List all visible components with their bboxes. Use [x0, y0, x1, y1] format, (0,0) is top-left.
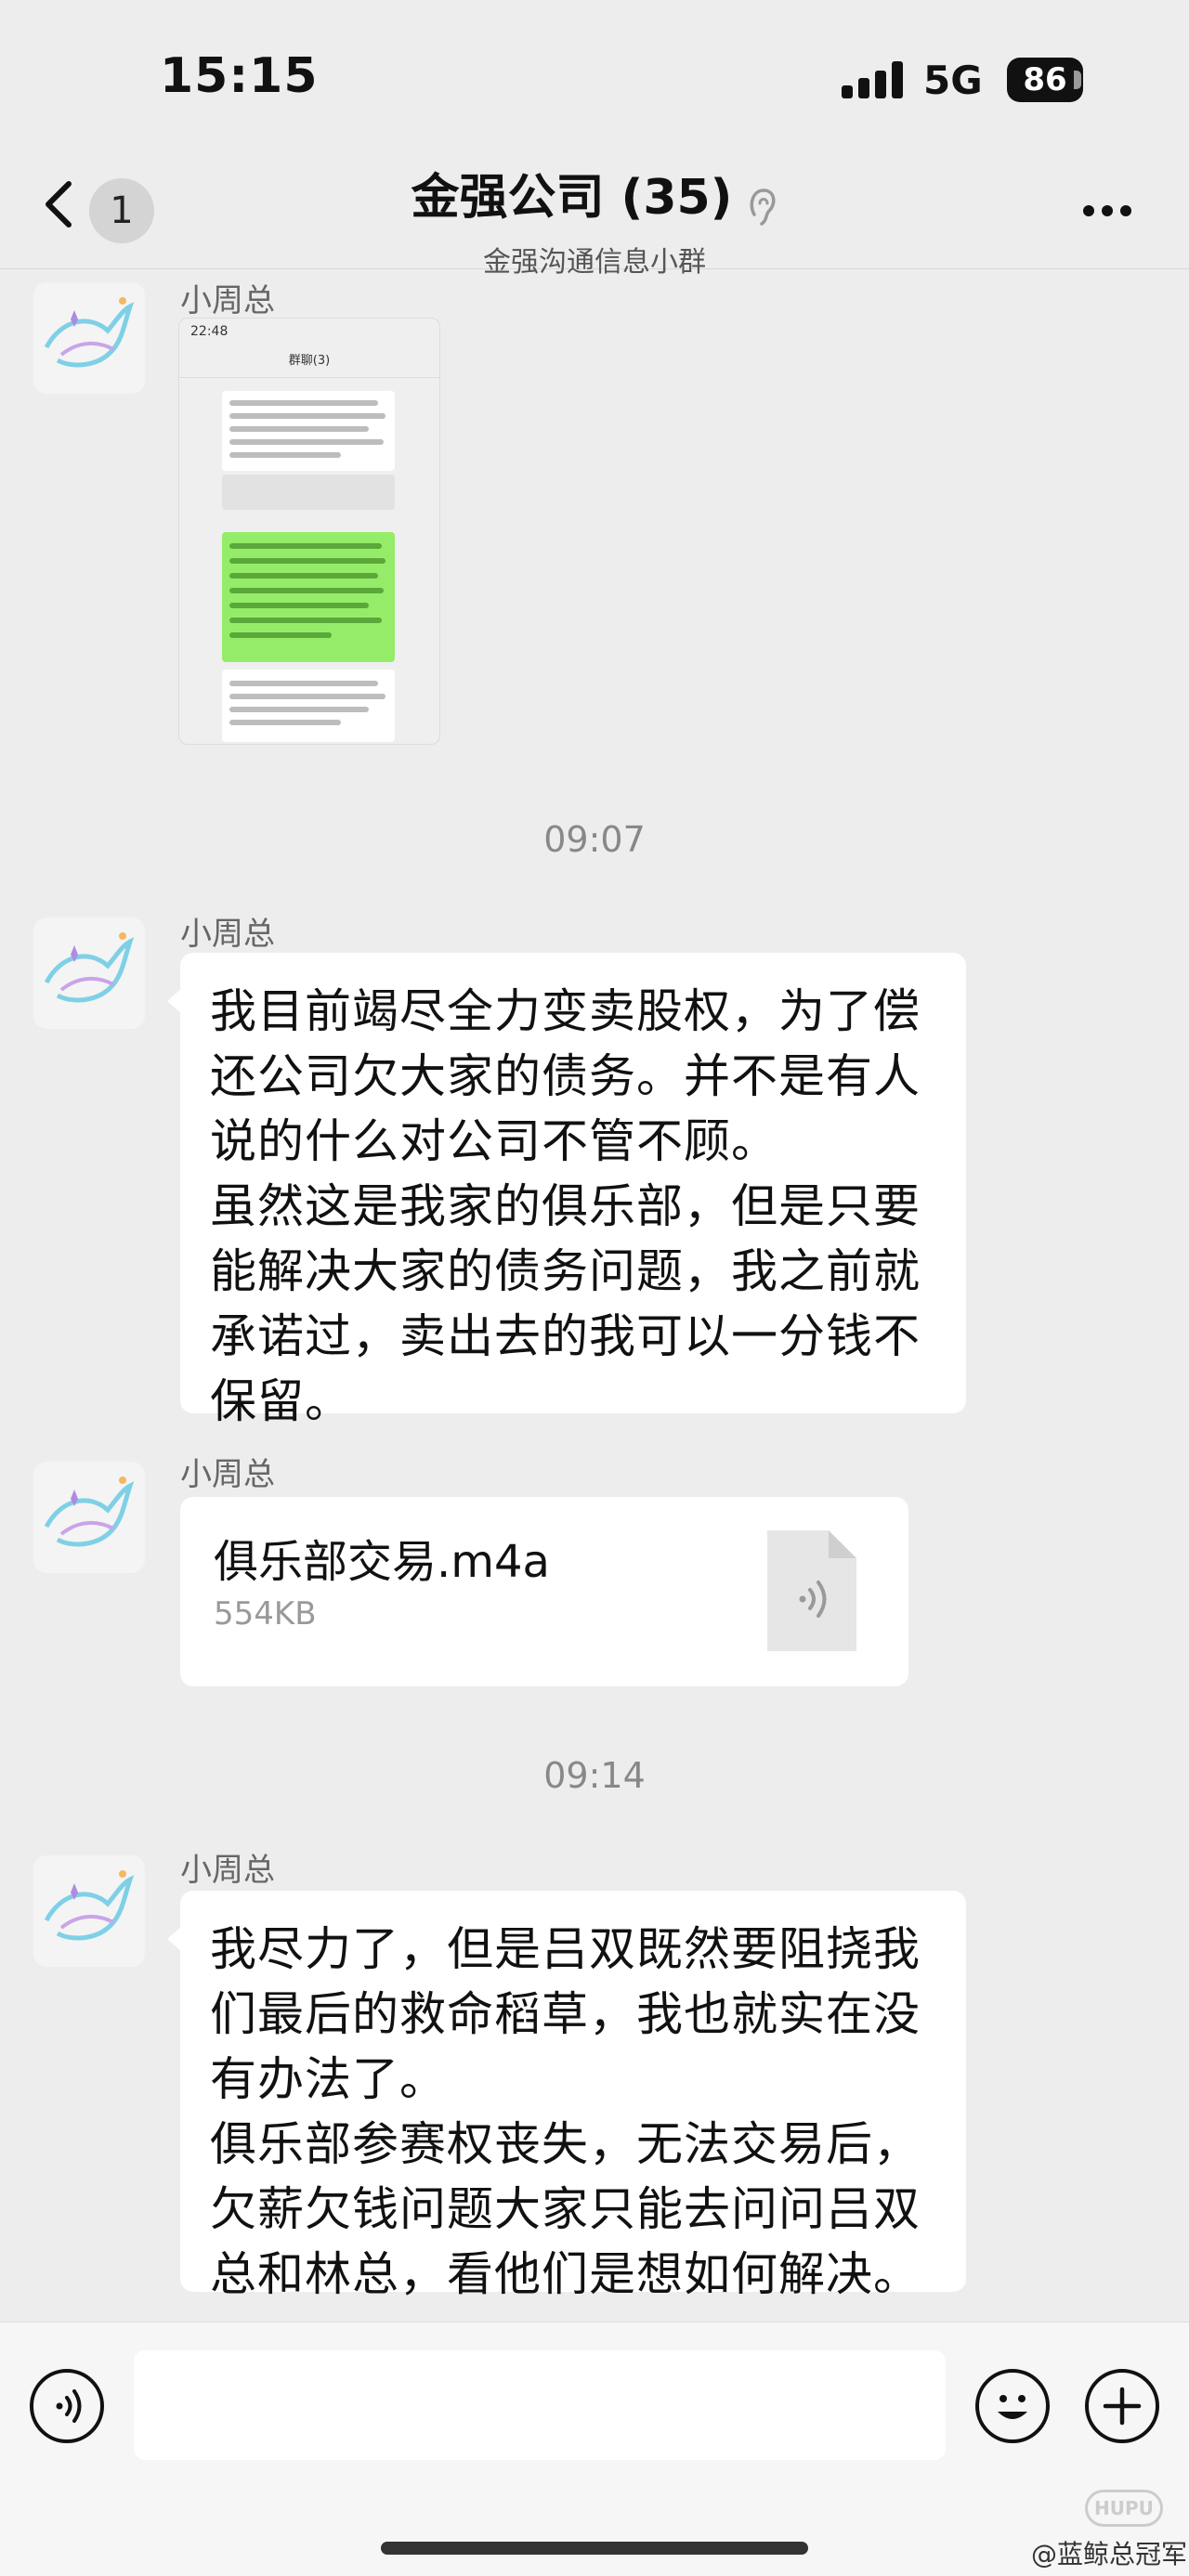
avatar-whale-icon	[44, 932, 135, 1003]
timestamp: 09:14	[543, 1755, 646, 1796]
battery-icon: 86	[1007, 58, 1083, 102]
sender-name: 小周总	[180, 916, 275, 953]
avatar-whale-icon	[44, 1477, 135, 1547]
chat-title: 金强公司 (35)	[411, 170, 733, 226]
timestamp: 09:07	[543, 819, 646, 860]
file-size: 554KB	[214, 1595, 317, 1633]
chat-header: 1 金强公司 (35) 金强沟通信息小群	[0, 139, 1189, 279]
plus-icon[interactable]	[1085, 2369, 1159, 2443]
unread-count-badge[interactable]: 1	[89, 178, 154, 243]
avatar[interactable]	[33, 917, 145, 1029]
watermark-text: @蓝鲸总冠军	[1031, 2539, 1188, 2569]
audio-file-icon	[767, 1530, 856, 1651]
message-input[interactable]	[134, 2350, 946, 2460]
back-chevron-icon[interactable]	[37, 176, 84, 232]
avatar[interactable]	[33, 1855, 145, 1967]
sender-name: 小周总	[180, 282, 275, 319]
message-bubble[interactable]: 我目前竭尽全力变卖股权，为了偿 还公司欠大家的债务。并不是有人 说的什么对公司不…	[167, 953, 966, 1428]
thumb-chat-title: 群聊(3)	[179, 345, 439, 378]
avatar-whale-icon	[44, 297, 135, 368]
avatar[interactable]	[33, 282, 145, 394]
emoji-icon[interactable]	[975, 2369, 1050, 2443]
signal-icon	[842, 61, 907, 98]
thumb-status-time: 22:48	[190, 324, 229, 339]
ear-icon	[747, 187, 778, 233]
file-message[interactable]: 俱乐部交易.m4a 554KB	[180, 1497, 908, 1686]
battery-tip	[1074, 71, 1081, 89]
file-name: 俱乐部交易.m4a	[214, 1536, 550, 1588]
message-bubble[interactable]: 我尽力了，但是吕双既然要阻挠我 们最后的救命稻草，我也就实在没 有办法了。 俱乐…	[167, 1891, 966, 2301]
status-bar: 15:15 5G 86	[0, 0, 1189, 139]
more-icon[interactable]	[1081, 201, 1137, 219]
avatar[interactable]	[33, 1462, 145, 1573]
chat-title-block[interactable]: 金强公司 (35) 金强沟通信息小群	[316, 158, 873, 280]
sender-name: 小周总	[180, 1456, 275, 1493]
network-type: 5G	[923, 58, 983, 103]
screenshot-image-message[interactable]: 22:48 群聊(3)	[178, 318, 440, 745]
watermark-logo: HUPU	[1085, 2490, 1163, 2527]
sender-name: 小周总	[180, 1852, 275, 1889]
chat-subtitle: 金强沟通信息小群	[483, 245, 706, 279]
voice-icon[interactable]	[30, 2369, 104, 2443]
home-indicator	[381, 2542, 808, 2555]
clock: 15:15	[160, 48, 319, 104]
avatar-whale-icon	[44, 1870, 135, 1941]
input-bar: HUPU @蓝鲸总冠军	[0, 2322, 1189, 2576]
